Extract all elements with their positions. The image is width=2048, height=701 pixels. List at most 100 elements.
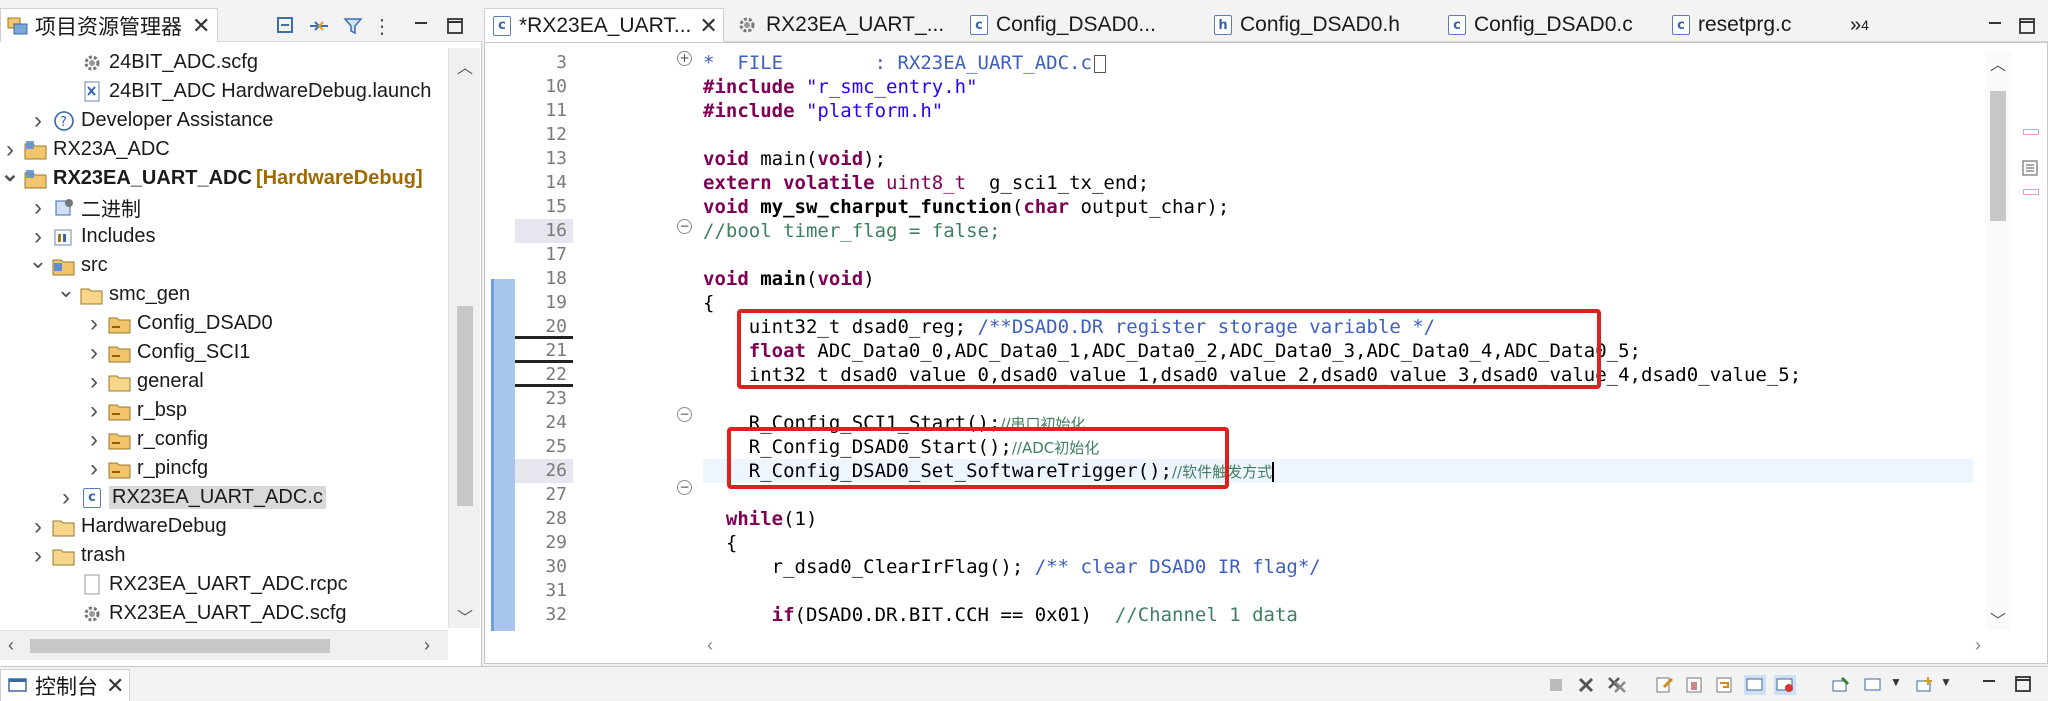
explorer-vertical-scrollbar[interactable]: ︿ ﹀ [448,48,480,628]
scroll-down-icon[interactable]: ﹀ [457,604,473,628]
tree-item[interactable]: 24BIT_ADC HardwareDebug.launch [56,77,431,106]
c-file-icon: c [1448,15,1466,35]
scroll-thumb[interactable] [457,306,473,506]
scroll-up-icon[interactable]: ︿ [457,54,473,78]
line-number: 3 [556,52,567,73]
chevron-right-icon[interactable]: › [28,513,48,541]
tree-item[interactable]: › general [84,367,204,396]
remove-all-icon[interactable] [1606,675,1628,695]
fold-expand-icon[interactable]: + [677,51,692,66]
chevron-right-icon[interactable]: › [84,339,104,367]
tree-item[interactable]: › Config_DSAD0 [84,309,273,338]
scroll-thumb[interactable] [30,639,330,653]
minimize-icon[interactable] [410,14,432,38]
editor-vertical-scrollbar[interactable]: ︿ ﹀ [1985,51,2011,631]
c-file-icon: c [493,15,511,36]
link-with-editor-icon[interactable] [306,14,332,38]
chevron-down-icon[interactable]: ⌄ [28,248,48,274]
fold-collapse-icon[interactable]: − [677,219,692,234]
editor-tab-label: Config_DSAD0.c [1474,13,1633,36]
chevron-right-icon[interactable]: › [28,107,48,135]
tree-item[interactable]: 24BIT_ADC.scfg [56,48,258,77]
tree-item[interactable]: › 二进制 [28,193,141,222]
outline-icon[interactable] [2021,159,2039,177]
chevron-right-icon[interactable]: › [28,223,48,251]
view-menu-icon[interactable]: ⋮ [372,14,392,38]
editor-horizontal-scrollbar[interactable]: ‹ › [485,633,1983,663]
scroll-thumb[interactable] [1990,91,2006,221]
close-icon[interactable]: ✕ [106,673,124,699]
chevron-down-icon[interactable]: ⌄ [56,277,76,303]
tree-item[interactable]: › r_config [84,425,208,454]
code-line: void my_sw_charput_function(char output_… [703,196,1230,218]
tree-item[interactable]: › Config_SCI1 [84,338,250,367]
tree-item[interactable]: › r_pincfg [84,454,208,483]
tree-item[interactable]: › trash [28,541,125,570]
word-wrap-icon[interactable] [1714,675,1736,695]
tab-console[interactable]: 控制台 ✕ [0,669,130,701]
scroll-left-icon[interactable]: ‹ [8,635,14,656]
close-icon[interactable]: ✕ [192,13,210,39]
scroll-right-icon[interactable]: › [424,635,430,656]
editor-tab-config-dsad0-h[interactable]: h Config_DSAD0.h [1206,8,1406,42]
chevron-right-icon[interactable]: › [84,368,104,396]
show-on-output-icon[interactable] [1744,675,1766,695]
scroll-down-icon[interactable]: ﹀ [1990,607,2006,631]
chevron-right-icon[interactable]: › [28,194,48,222]
tree-item[interactable]: ⌄ smc_gen [56,277,190,309]
tab-project-explorer[interactable]: 项目资源管理器 ✕ [0,8,218,42]
tree-item[interactable]: ⌄ RX23EA_UART_ADC [HardwareDebug] [0,161,423,193]
project-explorer-icon [7,16,29,36]
maximize-icon[interactable] [2014,675,2036,695]
editor-tab-config-dsad0-c[interactable]: c Config_DSAD0.c [1440,8,1640,42]
fold-collapse-icon[interactable]: − [677,407,692,422]
chevron-right-icon[interactable]: › [84,397,104,425]
close-icon[interactable]: ✕ [699,13,717,39]
tree-item[interactable]: › HardwareDebug [28,512,227,541]
editor-tab-resetprg-c[interactable]: c resetprg.c [1664,8,1824,42]
chevron-right-icon[interactable]: › [56,484,76,512]
chevron-down-icon[interactable]: ▼ [1890,675,1912,695]
chevron-right-icon[interactable]: › [84,455,104,483]
display-console-icon[interactable] [1862,675,1884,695]
tree-item[interactable]: ›? Developer Assistance [28,106,273,135]
open-console-icon[interactable] [1914,675,1936,695]
pin-console-icon[interactable] [1830,675,1852,695]
maximize-icon[interactable] [2016,14,2038,38]
scroll-up-icon[interactable]: ︿ [1990,51,2006,75]
explorer-horizontal-scrollbar[interactable]: ‹ › [0,630,448,660]
tree-item[interactable]: › c RX23EA_UART_ADC.c [56,483,326,512]
fold-collapse-icon[interactable]: − [677,480,692,495]
terminate-icon[interactable] [1546,675,1568,695]
scroll-right-icon[interactable]: › [1975,635,1981,656]
chevron-down-icon[interactable]: ▼ [1940,675,1962,695]
collapse-all-icon[interactable] [274,14,300,38]
tree-item[interactable]: RX23EA_UART_ADC.scfg [56,599,347,628]
editor-tab-rx23ea-uart-scfg[interactable]: RX23EA_UART_... [728,8,948,42]
show-on-error-icon[interactable] [1774,675,1796,695]
code-text-area[interactable]: * FILE : RX23EA_UART_ADC.c #include "r_s… [703,51,1973,631]
chevron-right-icon[interactable]: › [28,542,48,570]
tab-overflow-button[interactable]: » 4 [1842,8,1892,42]
chevron-down-icon[interactable]: ⌄ [0,161,20,187]
chevron-right-icon[interactable]: › [84,310,104,338]
scroll-left-icon[interactable]: ‹ [707,635,713,656]
chevron-right-icon[interactable]: › [84,426,104,454]
minimize-icon[interactable] [1980,675,2002,695]
remove-launch-icon[interactable] [1576,675,1598,695]
code-editor[interactable]: 3 10 11 12 13 14 15 16 17 18 19 20 21 22 23 24 25 26 27 28 2… [484,42,2048,664]
maximize-icon[interactable] [444,14,466,38]
editor-tab-label: resetprg.c [1698,13,1792,36]
minimize-icon[interactable] [1984,14,2006,38]
editor-tab-config-dsad0[interactable]: c Config_DSAD0... [962,8,1162,42]
filter-icon[interactable] [340,14,366,38]
tree-item[interactable]: › RX23A_ADC [0,135,170,164]
chevron-right-icon[interactable]: › [0,136,20,164]
editor-tab-rx23ea-uart-adc-c[interactable]: c *RX23EA_UART... ✕ [484,8,724,42]
line-number: 16 [515,219,573,243]
scroll-lock-icon[interactable] [1684,675,1706,695]
tree-item[interactable]: RX23EA_UART_ADC.rcpc [56,570,348,599]
clear-console-icon[interactable] [1654,675,1676,695]
tree-item[interactable]: › r_bsp [84,396,187,425]
